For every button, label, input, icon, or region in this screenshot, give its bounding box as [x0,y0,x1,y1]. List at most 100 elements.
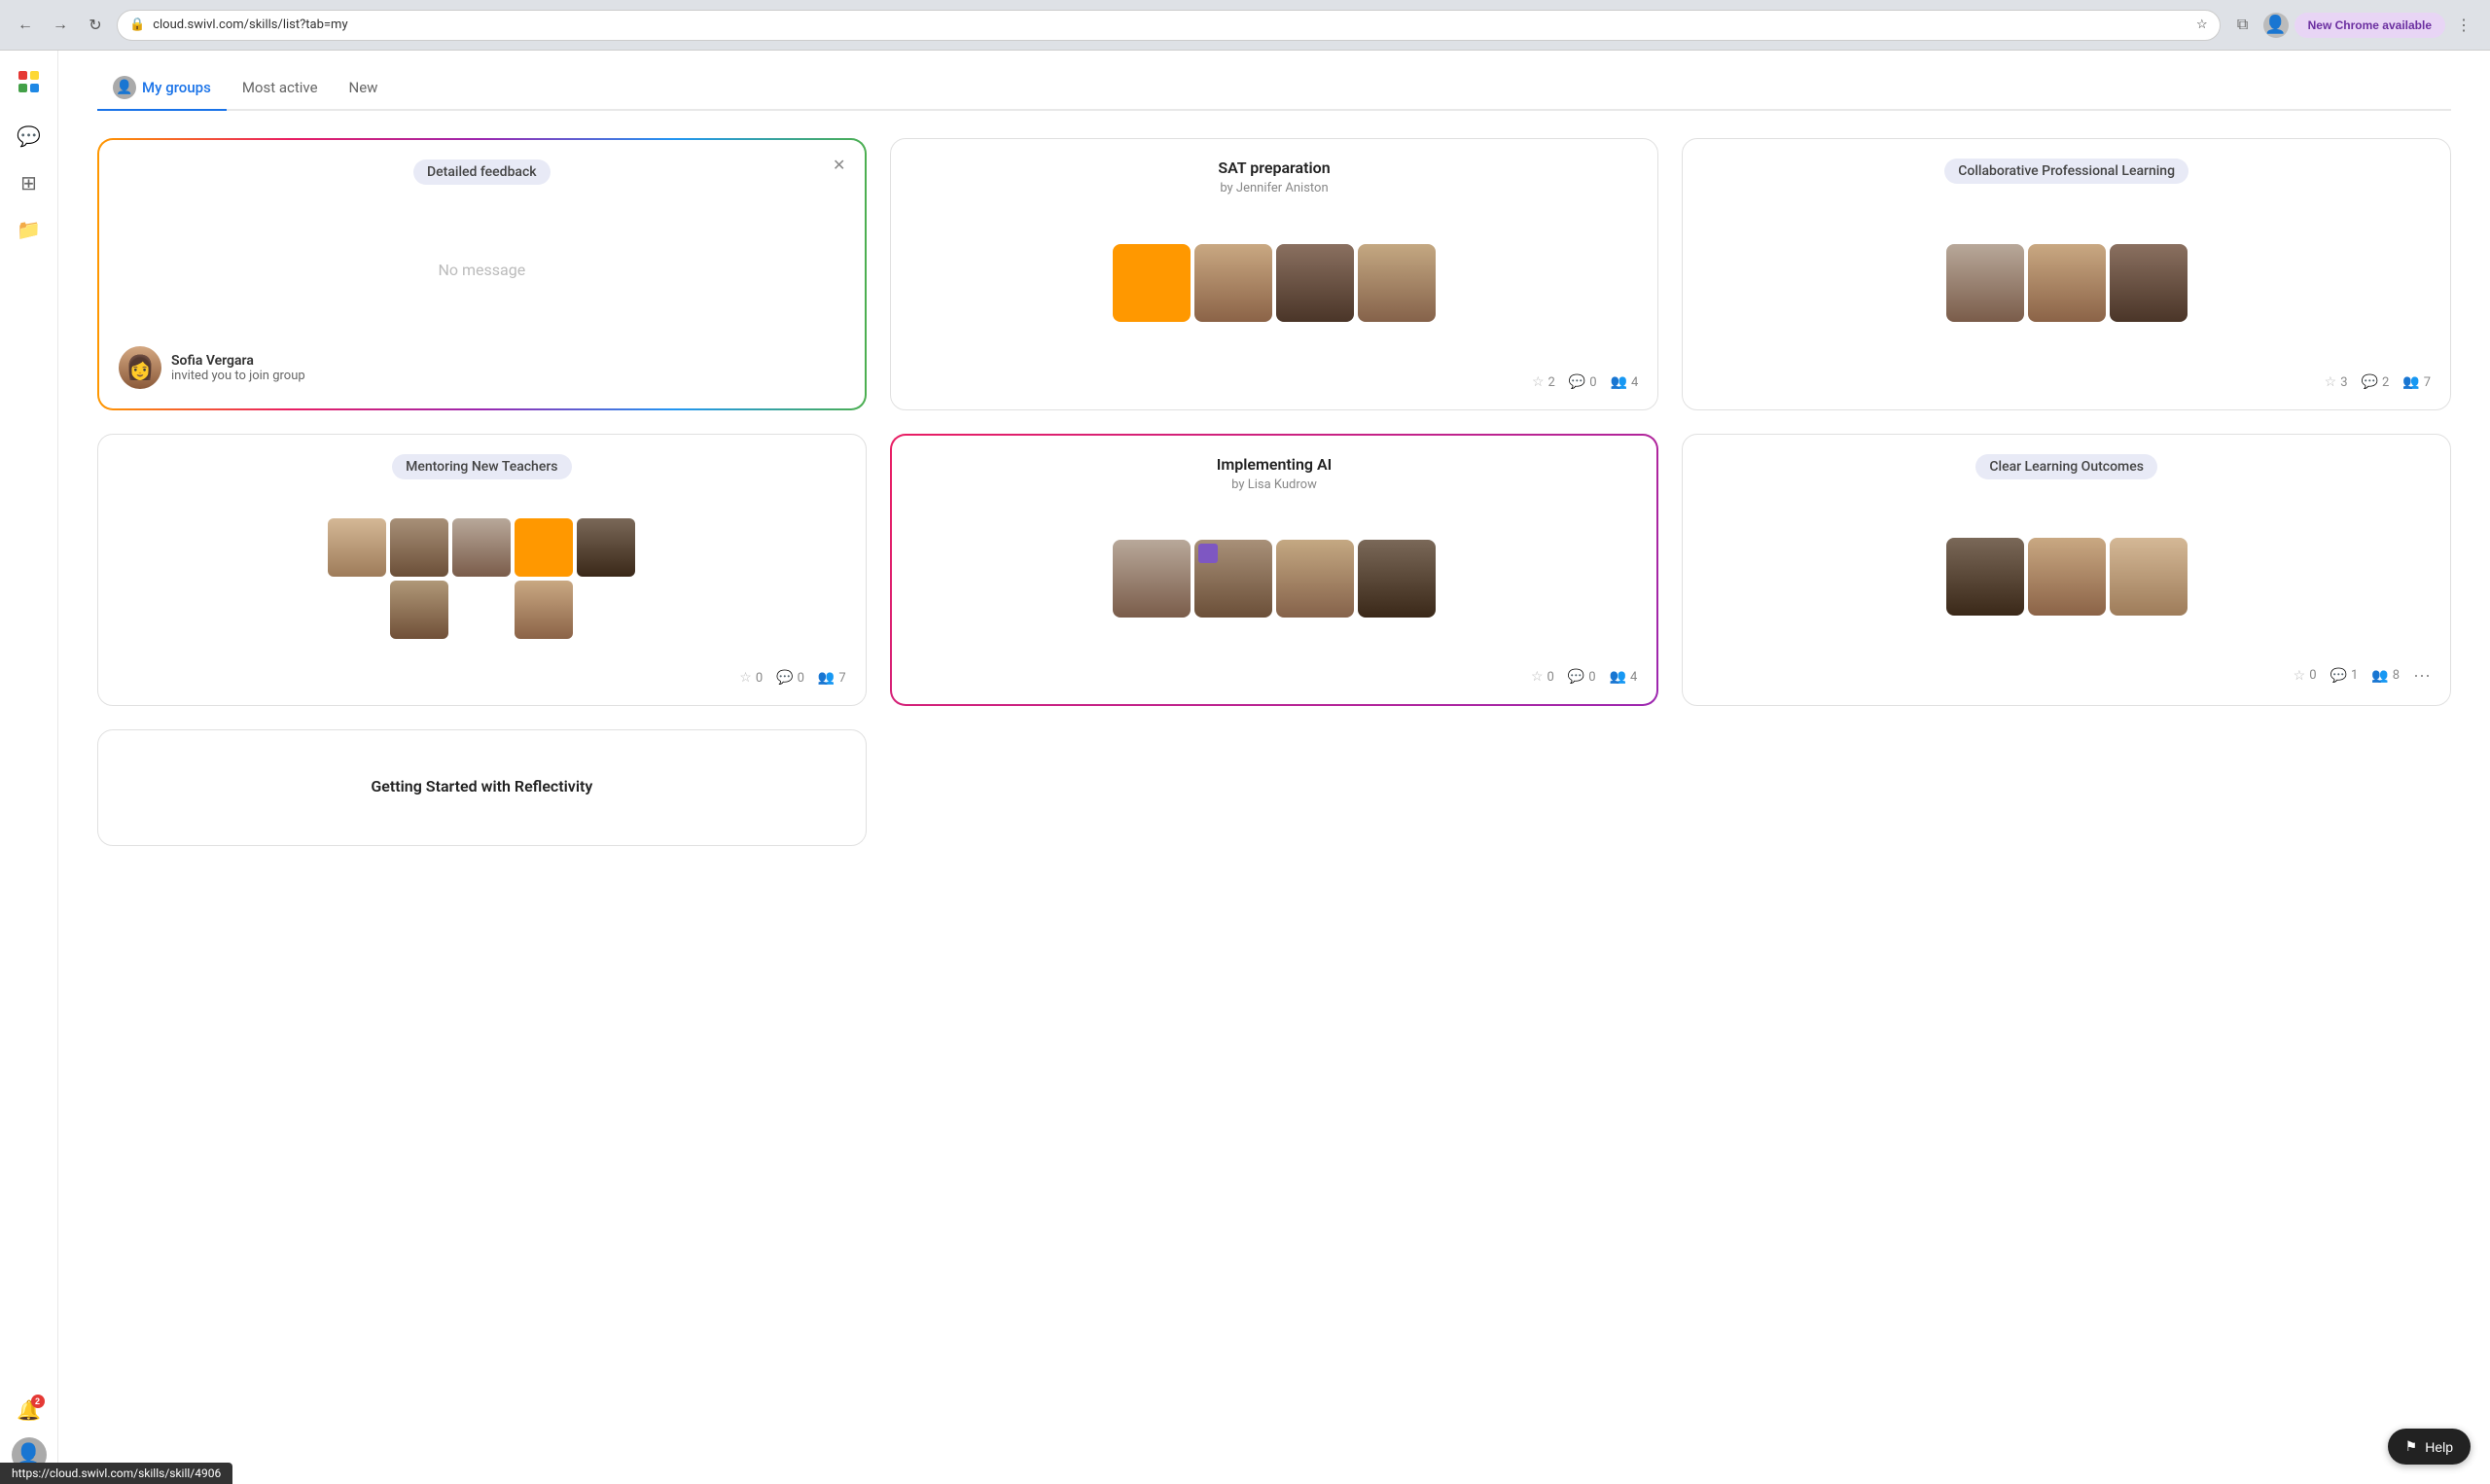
mentoring-members: 👥 7 [818,670,846,686]
collab-img-1 [1946,244,2024,322]
card-sat-preparation[interactable]: SAT preparation by Jennifer Aniston ☆ 2 [890,138,1659,410]
tab-new[interactable]: New [334,69,394,108]
forward-button[interactable]: → [47,12,74,39]
card-images-sat [910,207,1639,359]
mentor-img-2 [390,518,448,577]
user-profile-button[interactable]: 👤 [2261,11,2291,40]
sidebar-item-folder[interactable]: 📁 [10,210,49,249]
invite-name: Sofia Vergara [171,353,305,369]
card-footer-sat: ☆ 2 💬 0 👥 4 [910,374,1639,390]
card-tag-detailed-feedback: Detailed feedback [413,159,551,185]
comment-icon-ai: 💬 [1568,669,1584,685]
sat-img-1 [1113,244,1191,322]
card-footer-mentoring: ☆ 0 💬 0 👥 7 [118,670,846,686]
ai-stars: ☆ 0 [1531,669,1554,685]
tabs-bar: 👤 My groups Most active New [97,51,2451,111]
comment-icon-collab: 💬 [2362,374,2378,390]
members-icon-ai: 👥 [1610,669,1626,685]
ai-members: 👥 4 [1610,669,1638,685]
card-detailed-feedback[interactable]: Detailed feedback ✕ No message 👩 Sofia V… [97,138,867,410]
more-options-button[interactable]: ⋮ [2449,11,2478,40]
clear-img-3 [2110,538,2188,616]
card-implementing-ai[interactable]: Implementing AI by Lisa Kudrow [890,434,1659,706]
ai-comments: 💬 0 [1568,669,1596,685]
sidebar-item-chat[interactable]: 💬 [10,117,49,156]
clear-img-2 [2028,538,2106,616]
extensions-icon[interactable]: ⧉ [2228,11,2258,40]
clear-stars: ☆ 0 [2294,668,2317,684]
cards-grid-row3: Getting Started with Reflectivity [97,729,2451,846]
card-tag-collab: Collaborative Professional Learning [1944,159,2188,184]
sat-collage [1113,244,1436,322]
comment-icon-clear: 💬 [2330,668,2347,684]
comment-icon: 💬 [1569,374,1585,390]
ai-img-4 [1358,540,1436,618]
back-button[interactable]: ← [12,12,39,39]
no-message-text: No message [119,208,845,331]
mentoring-row-1 [328,518,635,577]
lock-icon: 🔒 [129,18,145,32]
more-button-clear[interactable]: ··· [2413,665,2431,686]
clear-img-1 [1946,538,2024,616]
card-subtitle-ai: by Lisa Kudrow [911,477,1638,492]
card-images-collab [1702,207,2431,359]
sidebar-item-grid[interactable]: ⊞ [10,163,49,202]
members-icon: 👥 [1611,374,1627,390]
card-tag-clear: Clear Learning Outcomes [1975,454,2157,479]
card-title-getting-started: Getting Started with Reflectivity [371,777,592,795]
url-text: cloud.swivl.com/skills/list?tab=my [153,18,2188,32]
mentor-gap [452,581,511,639]
ai-collage [1113,540,1436,618]
star-icon: ☆ [1532,374,1545,390]
reload-button[interactable]: ↻ [82,12,109,39]
card-getting-started[interactable]: Getting Started with Reflectivity [97,729,867,846]
logo-grid [18,71,40,92]
card-collaborative[interactable]: Collaborative Professional Learning ☆ 3 [1682,138,2451,410]
sat-img-4 [1358,244,1436,322]
star-icon-mentoring: ☆ [739,670,752,686]
card-footer-clear: ☆ 0 💬 1 👥 8 ··· [1702,665,2431,686]
star-icon-ai: ☆ [1531,669,1544,685]
invite-text-block: Sofia Vergara invited you to join group [171,353,305,383]
app-layout: 💬 ⊞ 📁 🔔 2 👤 👤 My groups Most [0,51,2490,1484]
logo[interactable] [10,62,49,101]
ai-img-3 [1276,540,1354,618]
collab-stars: ☆ 3 [2325,374,2348,390]
card-footer-collab: ☆ 3 💬 2 👥 7 [1702,374,2431,390]
notification-badge: 2 [31,1395,45,1408]
comment-icon-mentoring: 💬 [776,670,793,686]
card-clear-learning[interactable]: Clear Learning Outcomes ☆ 0 [1682,434,2451,706]
sat-comments: 💬 0 [1569,374,1597,390]
close-button-detailed-feedback[interactable]: ✕ [828,154,851,177]
star-icon-collab: ☆ [2325,374,2337,390]
cards-grid: Detailed feedback ✕ No message 👩 Sofia V… [97,138,2451,706]
card-title-ai: Implementing AI [911,455,1638,474]
help-button[interactable]: ⚑ Help [2388,1429,2471,1465]
collab-members: 👥 7 [2402,374,2431,390]
card-tag-wrapper: Detailed feedback [119,159,845,196]
card-title-sat: SAT preparation [910,159,1639,177]
mentor-img-1 [328,518,386,577]
new-chrome-button[interactable]: New Chrome available [2294,13,2445,38]
chat-icon: 💬 [17,124,41,149]
collab-img-2 [2028,244,2106,322]
tab-most-active[interactable]: Most active [227,69,334,108]
sidebar: 💬 ⊞ 📁 🔔 2 👤 [0,51,58,1484]
sat-img-3 [1276,244,1354,322]
address-bar[interactable]: 🔒 cloud.swivl.com/skills/list?tab=my ☆ [117,10,2221,41]
mentor-img-4 [515,518,573,577]
toolbar-icons: ⧉ 👤 New Chrome available ⋮ [2228,11,2478,40]
collab-collage [1946,244,2188,322]
help-icon: ⚑ [2405,1438,2418,1455]
card-mentoring[interactable]: Mentoring New Teachers [97,434,867,706]
clear-members: 👥 8 [2371,668,2400,684]
collab-comments: 💬 2 [2362,374,2390,390]
bookmark-icon[interactable]: ☆ [2196,18,2208,32]
notification-bell-button[interactable]: 🔔 2 [10,1391,49,1430]
main-content: 👤 My groups Most active New Detailed fee… [58,51,2490,1484]
ai-img-2 [1194,540,1272,618]
invite-action: invited you to join group [171,369,305,383]
sat-img-2 [1194,244,1272,322]
tab-my-groups[interactable]: 👤 My groups [97,66,227,111]
status-url: https://cloud.swivl.com/skills/skill/490… [12,1466,221,1480]
